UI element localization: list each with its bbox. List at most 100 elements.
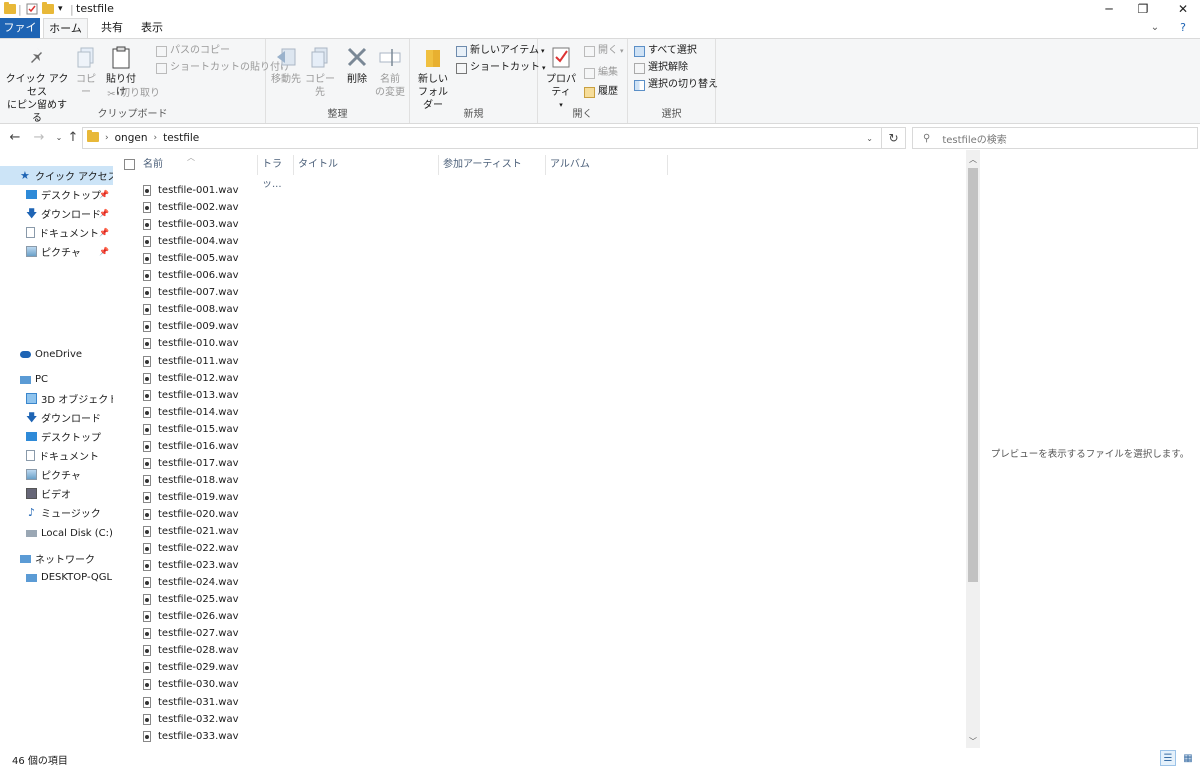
file-row[interactable]: testfile-007.wav [143, 284, 843, 301]
refresh-icon[interactable]: ↻ [882, 127, 906, 149]
file-row[interactable]: testfile-017.wav [143, 455, 843, 472]
nav-network[interactable]: ネットワーク [0, 549, 113, 568]
open-button[interactable]: 開く ▾ [584, 43, 624, 59]
properties-quick-icon[interactable] [26, 2, 38, 16]
file-row[interactable]: testfile-033.wav [143, 728, 843, 745]
select-none-button[interactable]: 選択解除 [634, 60, 688, 76]
file-row[interactable]: testfile-028.wav [143, 642, 843, 659]
delete-button[interactable]: 削除 [342, 45, 372, 86]
nav-onedrive[interactable]: OneDrive [0, 345, 113, 364]
nav-pc-documents[interactable]: ドキュメント [0, 446, 113, 465]
tab-share[interactable]: 共有 [93, 18, 131, 38]
nav-pc[interactable]: PC [0, 370, 113, 389]
nav-pc-video[interactable]: ビデオ [0, 484, 113, 503]
copy-to-button[interactable]: コピー先 [302, 45, 338, 99]
new-folder-button[interactable]: 新しい フォルダー [414, 45, 452, 112]
nav-pc-3d-objects[interactable]: 3D オブジェクト [0, 389, 113, 408]
chevron-down-icon[interactable]: ⌄ [1140, 18, 1170, 36]
scrollbar-thumb[interactable] [968, 168, 978, 582]
file-row[interactable]: testfile-023.wav [143, 557, 843, 574]
file-row[interactable]: testfile-011.wav [143, 353, 843, 370]
nav-quick-access[interactable]: ★ クイック アクセス [0, 166, 113, 185]
file-row[interactable]: testfile-006.wav [143, 267, 843, 284]
tab-file[interactable]: ファイル [0, 18, 40, 54]
rename-button[interactable]: 名前 の変更 [372, 45, 408, 99]
large-icons-view-icon[interactable]: ▦ [1180, 750, 1196, 766]
nav-quick-desktop[interactable]: デスクトップ 📌 [0, 185, 113, 204]
file-row[interactable]: testfile-027.wav [143, 625, 843, 642]
file-row[interactable]: testfile-029.wav [143, 659, 843, 676]
file-row[interactable]: testfile-021.wav [143, 523, 843, 540]
search-input[interactable]: ⚲ testfileの検索 [912, 127, 1198, 149]
details-view-icon[interactable]: ☰ [1160, 750, 1176, 766]
pin-icon[interactable]: 📌 [99, 247, 109, 256]
forward-arrow-icon[interactable]: → [30, 128, 48, 146]
column-name[interactable]: 名前 [139, 155, 258, 175]
properties-button[interactable]: プロパティ ▾ [542, 45, 580, 112]
pin-icon[interactable]: 📌 [99, 209, 109, 218]
help-icon[interactable]: ? [1168, 18, 1198, 36]
file-row[interactable]: testfile-025.wav [143, 591, 843, 608]
select-all-button[interactable]: すべて選択 [634, 43, 697, 59]
file-row[interactable]: testfile-022.wav [143, 540, 843, 557]
file-row[interactable]: testfile-013.wav [143, 387, 843, 404]
select-all-checkbox[interactable] [124, 159, 135, 170]
move-to-button[interactable]: 移動先 [268, 45, 304, 86]
chevron-down-icon[interactable]: ⌄ [866, 134, 873, 143]
new-folder-quick-icon[interactable] [42, 2, 54, 16]
nav-network-computer[interactable]: DESKTOP-QGLKC [0, 568, 113, 587]
tab-home[interactable]: ホーム [43, 18, 88, 38]
nav-pc-pictures[interactable]: ピクチャ [0, 465, 113, 484]
up-arrow-icon[interactable]: ↑ [64, 128, 82, 146]
nav-quick-documents[interactable]: ドキュメント 📌 [0, 223, 113, 242]
file-row[interactable]: testfile-012.wav [143, 370, 843, 387]
column-album[interactable]: アルバム [546, 155, 668, 175]
scroll-down-icon[interactable]: ﹀ [966, 734, 980, 748]
edit-button[interactable]: 編集 [584, 65, 618, 81]
column-track[interactable]: トラッ... [258, 155, 294, 190]
file-row[interactable]: testfile-024.wav [143, 574, 843, 591]
file-row[interactable]: testfile-020.wav [143, 506, 843, 523]
file-row[interactable]: testfile-018.wav [143, 472, 843, 489]
easy-access-button[interactable]: ショートカット ▾ [456, 60, 546, 76]
column-title[interactable]: タイトル [294, 155, 439, 175]
nav-quick-download[interactable]: 🡇 ダウンロード 📌 [0, 204, 113, 223]
customize-quick-access-icon[interactable]: ▾ [58, 2, 63, 16]
nav-pc-music[interactable]: ♪ ミュージック [0, 503, 113, 522]
copy-button[interactable]: コピー [72, 45, 100, 99]
file-row[interactable]: testfile-001.wav [143, 182, 843, 199]
file-row[interactable]: testfile-002.wav [143, 199, 843, 216]
copy-path-button[interactable]: パスのコピー [156, 43, 230, 59]
file-row[interactable]: testfile-014.wav [143, 404, 843, 421]
file-row[interactable]: testfile-008.wav [143, 301, 843, 318]
invert-selection-button[interactable]: 選択の切り替え [634, 77, 718, 93]
breadcrumb-ongen[interactable]: ongen [115, 132, 148, 144]
nav-pc-download[interactable]: 🡇 ダウンロード [0, 408, 113, 427]
file-row[interactable]: testfile-005.wav [143, 250, 843, 267]
pin-icon[interactable]: 📌 [99, 228, 109, 237]
breadcrumb-testfile[interactable]: testfile [163, 132, 199, 144]
vertical-scrollbar[interactable]: ︿ ﹀ [966, 150, 980, 748]
file-row[interactable]: testfile-009.wav [143, 318, 843, 335]
history-button[interactable]: 履歴 [584, 84, 618, 100]
file-row[interactable]: testfile-004.wav [143, 233, 843, 250]
scroll-up-icon[interactable]: ︿ [966, 152, 980, 166]
pin-icon[interactable]: 📌 [99, 190, 109, 199]
file-row[interactable]: testfile-031.wav [143, 694, 843, 711]
file-row[interactable]: testfile-003.wav [143, 216, 843, 233]
file-row[interactable]: testfile-015.wav [143, 421, 843, 438]
cut-button[interactable]: ✂ 切り取り [106, 86, 160, 102]
file-row[interactable]: testfile-019.wav [143, 489, 843, 506]
close-button[interactable]: ✕ [1160, 0, 1200, 18]
nav-pc-desktop[interactable]: デスクトップ [0, 427, 113, 446]
file-row[interactable]: testfile-016.wav [143, 438, 843, 455]
nav-pc-local-disk[interactable]: Local Disk (C:) [0, 524, 113, 543]
new-item-button[interactable]: 新しいアイテム ▾ [456, 43, 545, 59]
file-row[interactable]: testfile-032.wav [143, 711, 843, 728]
back-arrow-icon[interactable]: ← [6, 128, 24, 146]
nav-quick-pictures[interactable]: ピクチャ 📌 [0, 242, 113, 261]
file-row[interactable]: testfile-026.wav [143, 608, 843, 625]
file-row[interactable]: testfile-010.wav [143, 335, 843, 352]
tab-view[interactable]: 表示 [133, 18, 171, 38]
file-row[interactable]: testfile-030.wav [143, 676, 843, 693]
